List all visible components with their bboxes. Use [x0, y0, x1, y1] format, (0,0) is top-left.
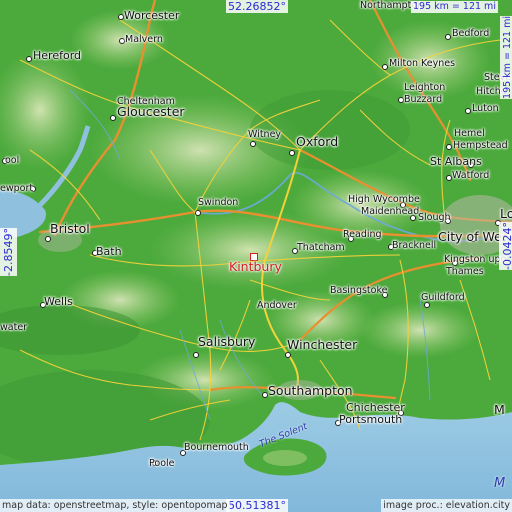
map[interactable]: Worcester Northampton Malvern Hereford B… [0, 0, 512, 512]
city-label-kingston: Kingston upo [444, 254, 507, 265]
city-label-hemel: Hemel [454, 128, 485, 139]
city-label-portsmouth: Portsmouth [339, 413, 403, 426]
city-label-leighton: Leighton [404, 82, 446, 93]
city-label-bracknell: Bracknell [392, 240, 437, 251]
city-label-poole: Poole [149, 458, 175, 469]
city-label-high-wycombe: High Wycombe [348, 194, 420, 205]
city-label-oxford: Oxford [296, 134, 339, 149]
city-dot-witney [250, 141, 256, 147]
south-latitude-label: 50.51381° [226, 499, 288, 512]
city-label-basingstoke: Basingstoke [330, 285, 388, 296]
city-dot-hemel-hempstead [446, 144, 452, 150]
east-longitude-label: -0.0424° [499, 222, 512, 270]
city-label-malvern: Malvern [125, 34, 163, 45]
city-label-thatcham: Thatcham [297, 242, 345, 253]
city-label-wells: Wells [44, 295, 73, 308]
city-label-hereford: Hereford [33, 49, 82, 62]
city-label-bristol: Bristol [50, 221, 90, 236]
west-longitude-label: -2.8549° [0, 228, 17, 276]
city-label-bath: Bath [96, 245, 122, 258]
north-latitude-label: 52.26852° [226, 0, 288, 13]
attribution-data[interactable]: map data: openstreetmap, style: opentopo… [0, 499, 230, 512]
city-label-hempstead: Hempstead [453, 140, 508, 151]
city-label-andover: Andover [257, 300, 297, 311]
city-dot-bedford [445, 34, 451, 40]
water-label-channel: M [494, 476, 506, 491]
city-label-witney: Witney [248, 129, 282, 140]
city-dot-bristol [45, 236, 51, 242]
city-dot-gloucester [110, 115, 116, 121]
city-label-maidenhead: Maidenhead [361, 206, 420, 217]
city-dot-oxford [289, 150, 295, 156]
city-label-watford: Watford [452, 170, 490, 181]
city-dot-luton [465, 108, 471, 114]
city-dot-salisbury [193, 352, 199, 358]
city-label-gloucester: Gloucester [117, 104, 185, 119]
city-label-pool: ool [5, 155, 20, 166]
city-dot-winchester [285, 352, 291, 358]
city-label-thames: Thames [446, 266, 484, 277]
city-label-london: Lo [500, 206, 512, 221]
city-label-bournemouth: Bournemouth [184, 442, 249, 453]
city-label-city-of-we: City of We [438, 229, 502, 244]
city-dot-milton-keynes [382, 64, 388, 70]
city-label-worcester: Worcester [124, 9, 180, 22]
scale-vertical: 195 km = 121 mi [500, 16, 512, 99]
city-label-luton: Luton [472, 103, 499, 114]
city-label-slough: Slough [418, 212, 451, 223]
city-label-swindon: Swindon [198, 197, 239, 208]
target-label: Kintbury [229, 259, 282, 274]
city-label-newport: ewport [0, 183, 34, 194]
city-dot-swindon [195, 210, 201, 216]
city-label-reading: Reading [343, 229, 382, 240]
city-label-winchester: Winchester [287, 337, 358, 352]
city-label-milton-keynes: Milton Keynes [389, 58, 456, 69]
city-label-buzzard: Buzzard [404, 94, 443, 105]
city-label-m-east: M [494, 402, 505, 417]
city-label-st-albans: St Albans [430, 155, 482, 168]
city-label-guildford: Guildford [421, 292, 465, 303]
scale-horizontal: 195 km = 121 mi [411, 1, 498, 13]
city-label-bedford: Bedford [452, 28, 490, 39]
city-dot-hereford [26, 56, 32, 62]
attribution-processing[interactable]: image proc.: elevation.city [381, 499, 512, 512]
city-label-water: water [0, 322, 28, 333]
city-label-salisbury: Salisbury [198, 334, 256, 349]
city-label-southampton: Southampton [268, 383, 353, 398]
